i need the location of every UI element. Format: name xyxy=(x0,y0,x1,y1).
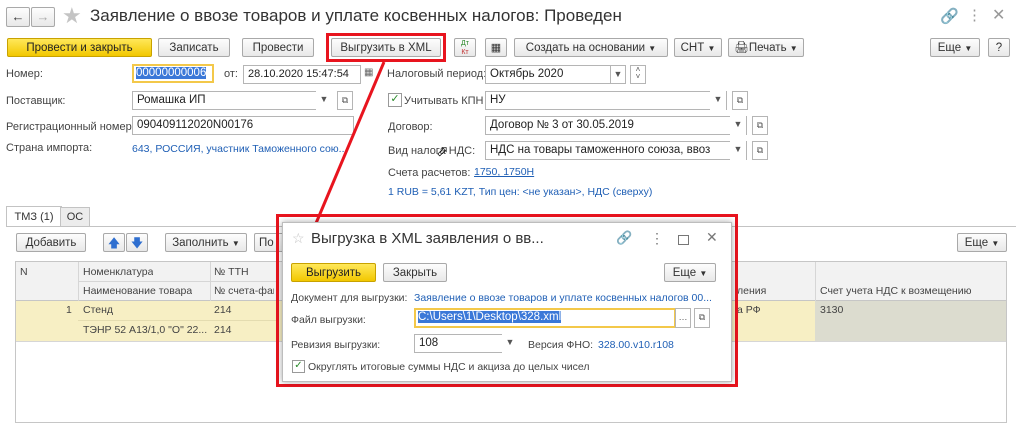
dialog-close-icon[interactable]: ✕ xyxy=(706,229,718,246)
dialog-round-checkbox[interactable]: ✓ xyxy=(292,360,305,373)
dialog-more-vertical-icon[interactable]: ⋮ xyxy=(650,230,664,247)
dialog-file-field[interactable]: C:\Users\1\Desktop\328.xml xyxy=(414,308,676,328)
dialog-fno-label: Версия ФНО: xyxy=(528,339,594,351)
dialog-doc-label: Документ для выгрузки: xyxy=(291,292,408,304)
dialog-close-button[interactable]: Закрыть xyxy=(383,263,447,282)
dialog-export-button[interactable]: Выгрузить xyxy=(291,263,376,282)
dialog-maximize-icon[interactable] xyxy=(678,235,689,245)
dialog-doc-link[interactable]: Заявление о ввозе товаров и уплате косве… xyxy=(414,292,719,304)
dialog-revision-label: Ревизия выгрузки: xyxy=(291,339,381,351)
dialog-more-label: Еще xyxy=(672,267,697,279)
chevron-down-icon: ▼ xyxy=(699,269,708,278)
dialog-fno-link[interactable]: 328.00.v10.r108 xyxy=(598,339,674,351)
dialog-star-icon[interactable]: ☆ xyxy=(292,230,305,247)
dialog-file-label: Файл выгрузки: xyxy=(291,314,366,326)
dialog-file-open-icon[interactable]: ⧉ xyxy=(694,308,710,328)
dialog-file-value: C:\Users\1\Desktop\328.xml xyxy=(418,311,562,323)
dialog-more-button[interactable]: Еще ▼ xyxy=(664,263,716,282)
dialog-file-browse-button[interactable]: … xyxy=(675,308,691,328)
dialog-link-icon[interactable]: 🔗 xyxy=(616,230,632,246)
dialog-title: Выгрузка в XML заявления о вв... xyxy=(311,230,544,247)
dialog-round-label: Округлять итоговые суммы НДС и акциза до… xyxy=(308,361,590,373)
dialog-revision-dropdown[interactable]: ▼ xyxy=(502,334,518,353)
